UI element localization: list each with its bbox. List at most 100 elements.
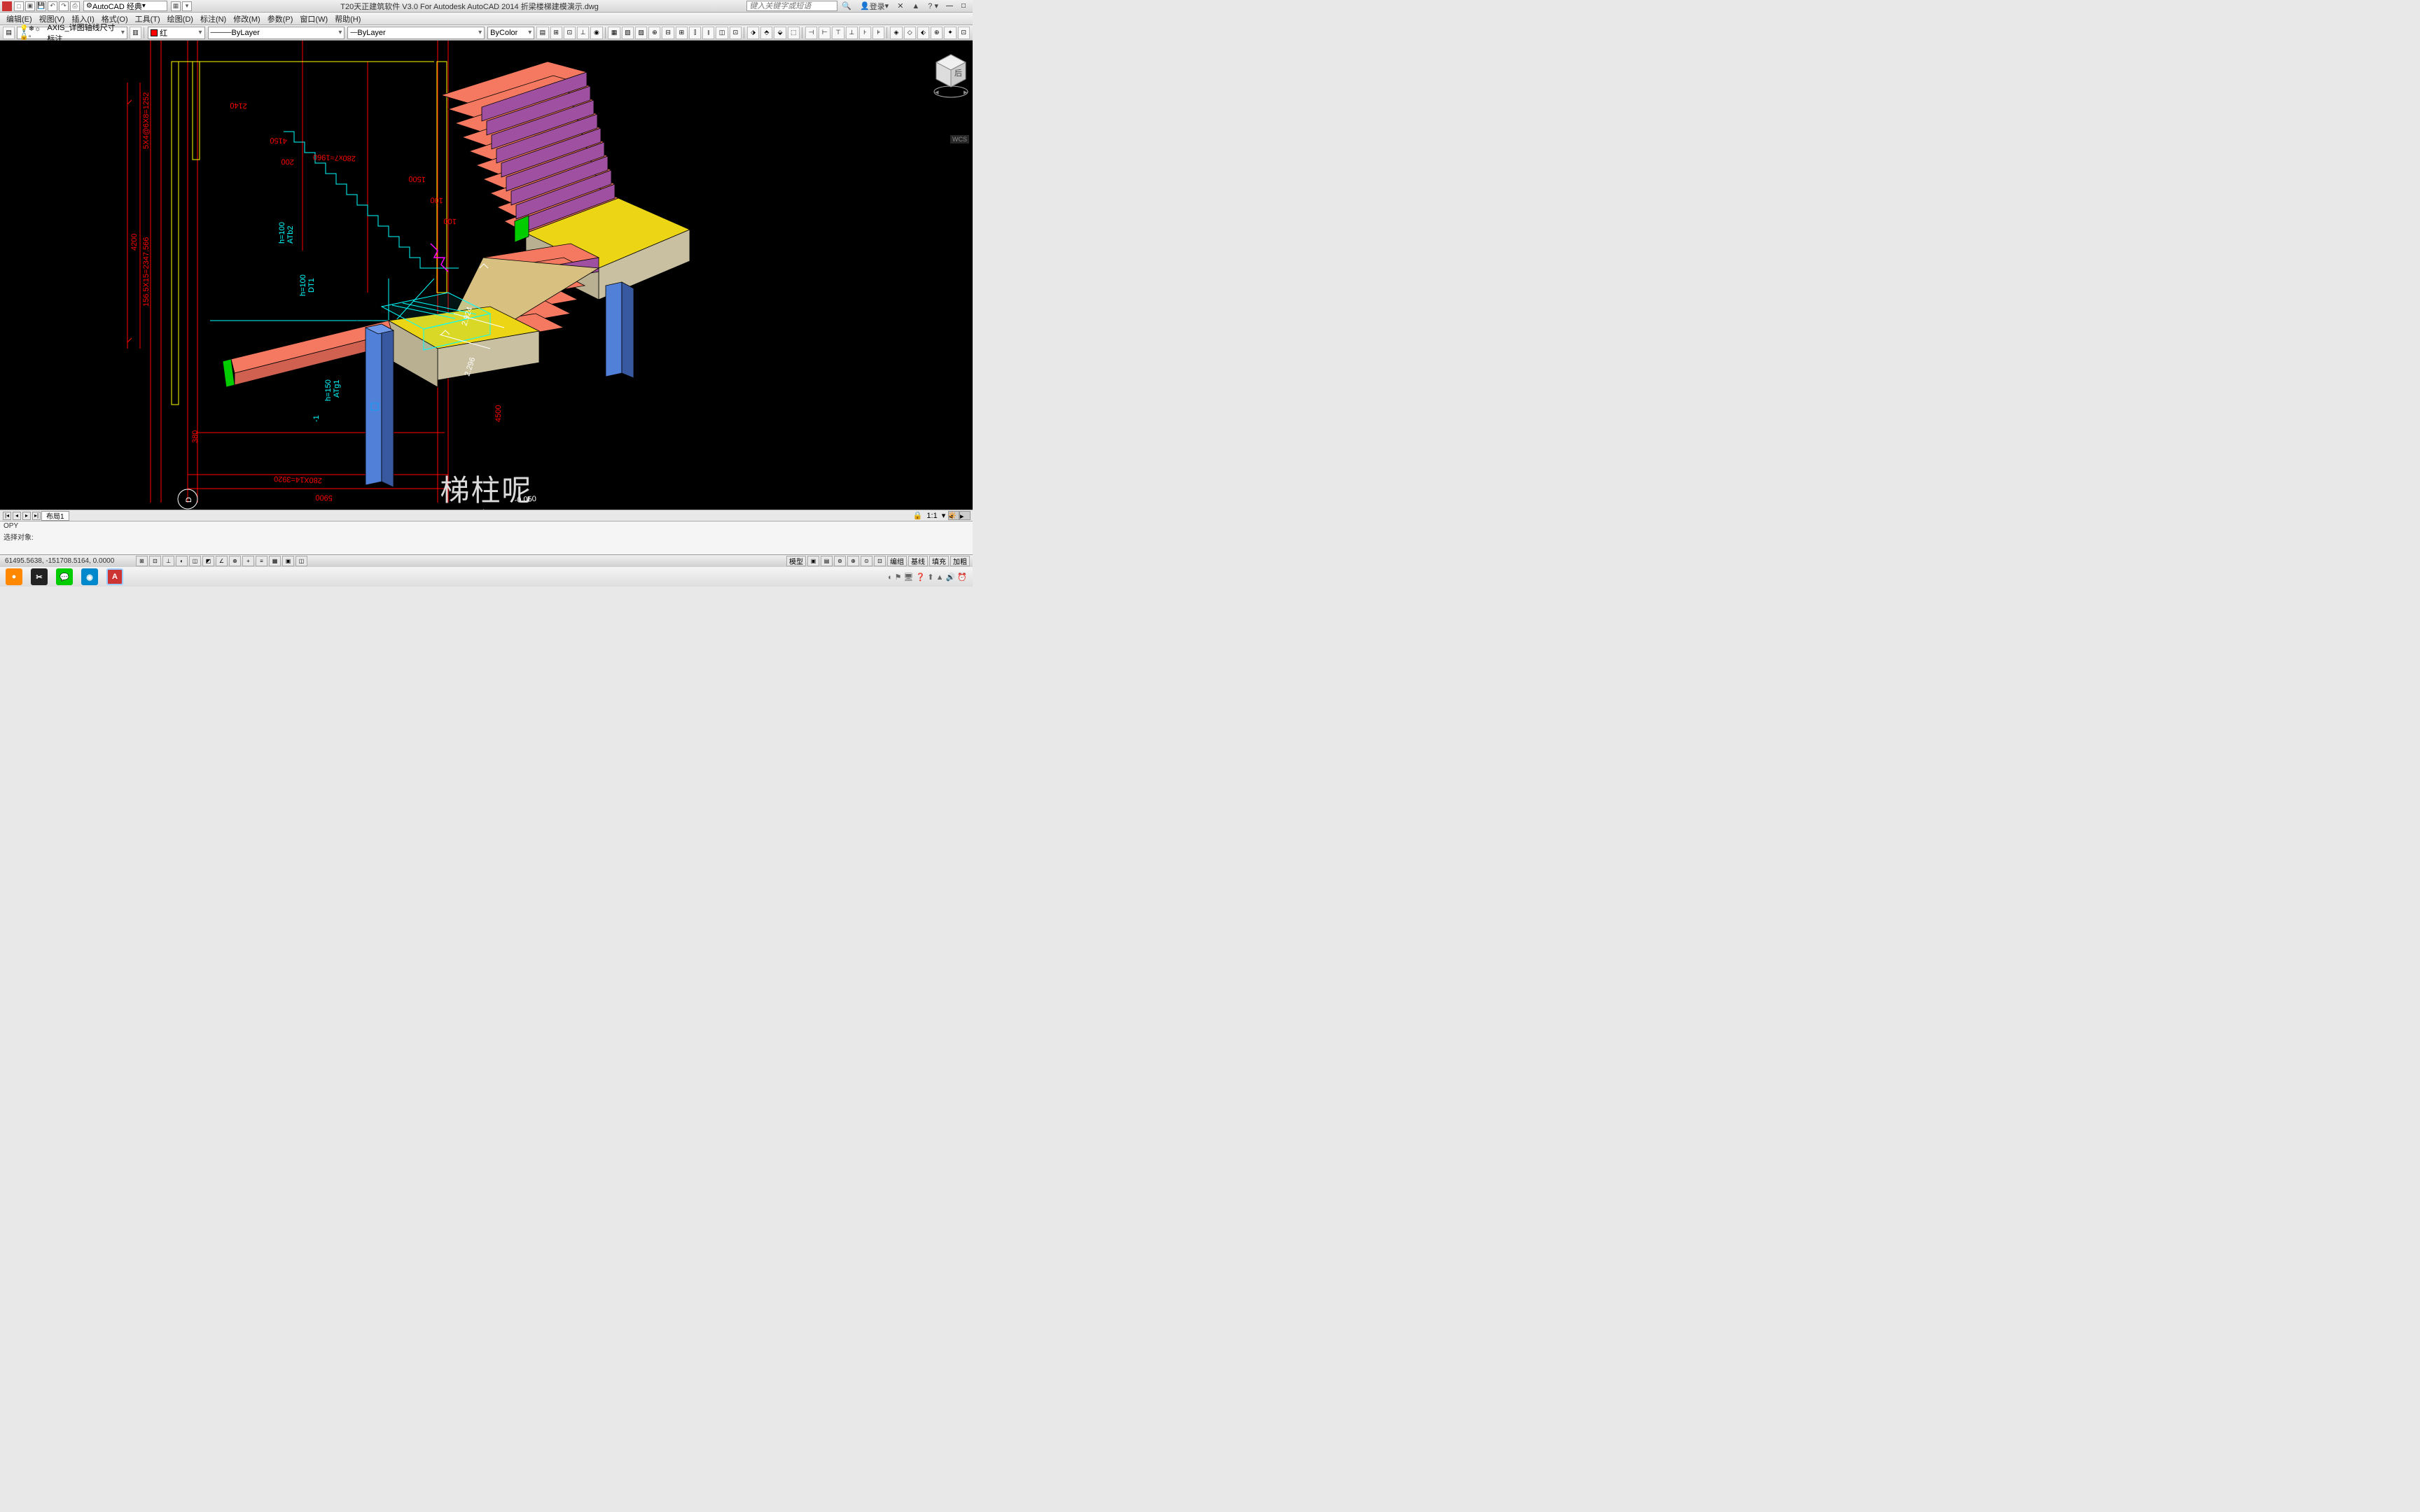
menu-edit[interactable]: 编辑(E) [3, 13, 36, 24]
qat-layer-icon[interactable]: ▦ [171, 1, 181, 11]
model-button[interactable]: 模型 [786, 556, 806, 566]
tab-next-icon[interactable]: ▸ [22, 512, 31, 520]
status-icon[interactable]: ⊡ [874, 556, 886, 566]
linetype-selector[interactable]: ——— ByLayer [208, 27, 345, 39]
status-dyn-icon[interactable]: + [242, 556, 254, 566]
tool-icon[interactable]: ⊞ [676, 27, 688, 39]
tool-icon[interactable]: ⊦ [859, 27, 871, 39]
tab-prev-icon[interactable]: ◂ [13, 512, 21, 520]
tool-icon[interactable]: ⬚ [788, 27, 800, 39]
lineweight-selector[interactable]: — ByLayer [347, 27, 485, 39]
tool-icon[interactable]: ⊤ [832, 27, 844, 39]
viewcube[interactable]: 后 ▸ ◂ [932, 51, 971, 90]
menu-dimension[interactable]: 标注(N) [197, 13, 230, 24]
menu-help[interactable]: 帮助(H) [331, 13, 364, 24]
status-fill[interactable]: 填充 [929, 556, 949, 566]
tool-icon[interactable]: ◫ [716, 27, 728, 39]
status-group[interactable]: 编组 [887, 556, 907, 566]
status-icon[interactable]: ⊕ [847, 556, 859, 566]
taskbar-app-wechat[interactable]: 💬 [56, 568, 73, 585]
tool-icon[interactable]: ⊕ [648, 27, 660, 39]
taskbar-app-recorder[interactable]: ● [6, 568, 22, 585]
menu-parametric[interactable]: 参数(P) [264, 13, 297, 24]
qat-more-icon[interactable]: ▾ [182, 1, 192, 11]
qat-print-icon[interactable]: ⎙ [70, 1, 80, 11]
tool-icon[interactable]: ▦ [608, 27, 620, 39]
taskbar-app-autocad[interactable]: A [106, 568, 123, 585]
exchange-icon[interactable]: ✕ [894, 1, 906, 11]
tool-icon[interactable]: ⊢ [819, 27, 830, 39]
tool-icon[interactable]: ◇ [904, 27, 916, 39]
drawing-canvas[interactable]: 4200 156.5X15=2347.566 5X4@6X8=1252 2140… [0, 41, 973, 510]
plotcolor-selector[interactable]: ByColor [487, 27, 534, 39]
status-polar-icon[interactable]: ◐ [176, 556, 188, 566]
snap-icon[interactable]: ⊡ [564, 27, 576, 39]
qat-open-icon[interactable]: ▣ [25, 1, 35, 11]
anno-scale[interactable]: 🔒 1:1 ▾ 🔅 [913, 511, 957, 521]
tool-icon[interactable]: ⊥ [846, 27, 858, 39]
polar-icon[interactable]: ◉ [590, 27, 602, 39]
list-icon[interactable]: ▤ [536, 27, 548, 39]
menu-tools[interactable]: 工具(T) [132, 13, 164, 24]
tab-first-icon[interactable]: |◂ [3, 512, 11, 520]
tool-icon[interactable]: ✦ [944, 27, 956, 39]
layer-selector[interactable]: 💡❄☼🔒▫ AXIS_详图轴线尺寸标注 [17, 27, 127, 39]
help-icon[interactable]: ? ▾ [925, 1, 941, 11]
status-snap-icon[interactable]: ⊞ [136, 556, 148, 566]
login-button[interactable]: 👤登录 ▾ [857, 1, 891, 11]
tool-icon[interactable]: ⊕ [931, 27, 943, 39]
qat-new-icon[interactable]: □ [14, 1, 24, 11]
minimize-button[interactable]: — [943, 1, 957, 11]
help-search-input[interactable] [746, 1, 837, 11]
tool-icon[interactable]: ▧ [622, 27, 634, 39]
tool-icon[interactable]: ⫾ [702, 27, 714, 39]
maximize-button[interactable]: □ [957, 1, 971, 11]
qat-save-icon[interactable]: 💾 [36, 1, 46, 11]
status-ortho-icon[interactable]: ⊥ [162, 556, 174, 566]
menu-draw[interactable]: 绘图(D) [164, 13, 197, 24]
status-icon[interactable]: ⊚ [834, 556, 846, 566]
taskbar-app-browser[interactable]: ◉ [81, 568, 98, 585]
tool-icon[interactable]: ⊣ [805, 27, 817, 39]
taskbar-app-capcut[interactable]: ✂ [31, 568, 48, 585]
status-3dosnap-icon[interactable]: ◩ [202, 556, 214, 566]
status-qp-icon[interactable]: ▣ [282, 556, 294, 566]
tool-icon[interactable]: ⊧ [872, 27, 884, 39]
tool-icon[interactable]: ⬙ [774, 27, 786, 39]
layer-state-icon[interactable]: ▥ [130, 27, 141, 39]
command-line-area[interactable]: OPY 选择对象: [0, 521, 973, 554]
qat-undo-icon[interactable]: ↶ [48, 1, 57, 11]
workspace-selector[interactable]: ⚙ AutoCAD 经典 ▾ [83, 1, 167, 11]
coordinates-display[interactable]: 61495.5638, -151708.5164, 0.0000 [2, 557, 135, 565]
status-bold[interactable]: 加粗 [950, 556, 970, 566]
status-icon[interactable]: ⊙ [861, 556, 872, 566]
status-lwt-icon[interactable]: ≡ [256, 556, 267, 566]
qat-redo-icon[interactable]: ↷ [59, 1, 69, 11]
menu-modify[interactable]: 修改(M) [230, 13, 264, 24]
tab-last-icon[interactable]: ▸| [32, 512, 41, 520]
tool-icon[interactable]: ⬗ [747, 27, 759, 39]
status-sc-icon[interactable]: ◫ [295, 556, 307, 566]
tool-icon[interactable]: ⊟ [662, 27, 674, 39]
status-icon[interactable]: ▣ [807, 556, 819, 566]
tool-icon[interactable]: ⬖ [917, 27, 929, 39]
status-icon[interactable]: ▤ [821, 556, 833, 566]
ortho-icon[interactable]: ⊥ [577, 27, 589, 39]
search-go-icon[interactable]: 🔍 [839, 1, 854, 11]
status-osnap-icon[interactable]: ◫ [189, 556, 201, 566]
color-selector[interactable]: 红 [148, 27, 204, 39]
layer-props-icon[interactable]: ▤ [3, 27, 15, 39]
layout-tab[interactable]: 布局1 [41, 511, 69, 521]
menu-window[interactable]: 窗口(W) [296, 13, 331, 24]
status-baseline[interactable]: 基线 [908, 556, 928, 566]
status-otrack-icon[interactable]: ∠ [216, 556, 228, 566]
tool-icon[interactable]: ◈ [890, 27, 902, 39]
status-tpy-icon[interactable]: ▦ [269, 556, 281, 566]
scroll-right-icon[interactable]: ▸ [959, 511, 971, 520]
tool-icon[interactable]: ⊡ [730, 27, 742, 39]
grid-icon[interactable]: ⊞ [550, 27, 562, 39]
tool-icon[interactable]: ⫿ [689, 27, 701, 39]
sync-icon[interactable]: ▲ [909, 1, 922, 11]
status-ducs-icon[interactable]: ⊕ [229, 556, 241, 566]
tool-icon[interactable]: ⊡ [958, 27, 970, 39]
